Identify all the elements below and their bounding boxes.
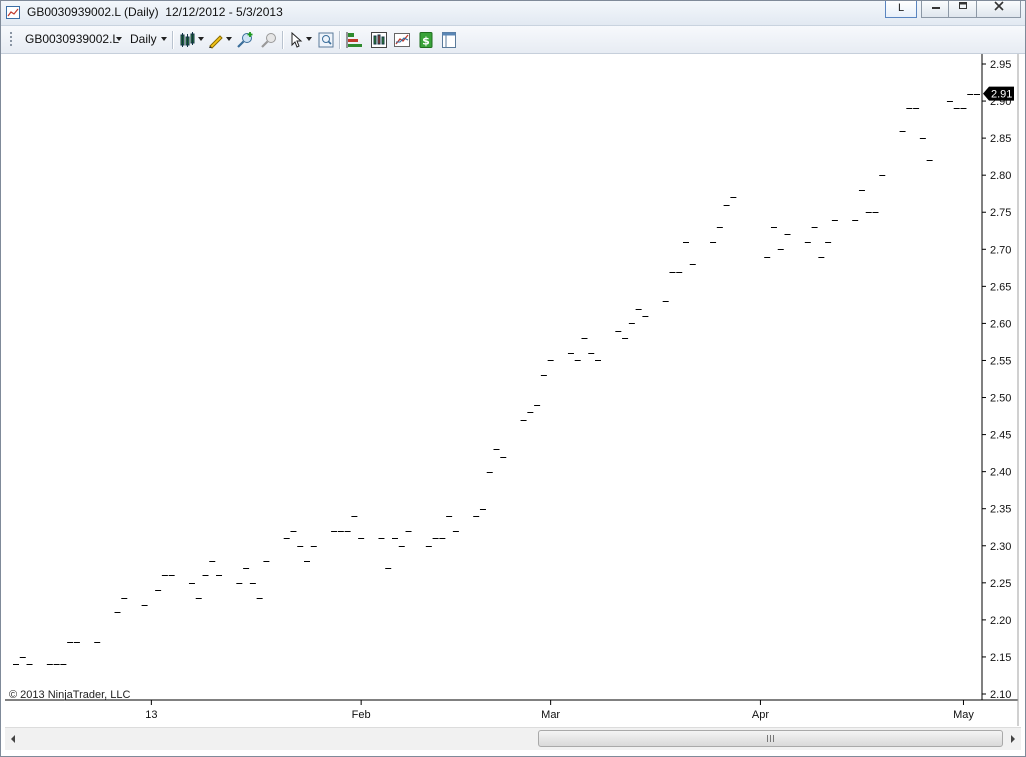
x-tick-label: 13 <box>145 709 157 721</box>
y-tick-label: 2.85 <box>990 133 1011 145</box>
x-axis-ticks: 13 Feb Mar Apr May <box>145 700 974 721</box>
y-tick-label: 2.95 <box>990 59 1011 71</box>
y-tick-label: 2.80 <box>990 170 1011 182</box>
y-tick-label: 2.20 <box>990 615 1011 627</box>
last-price-label: 2.91 <box>991 89 1012 101</box>
y-tick-label: 2.35 <box>990 504 1011 516</box>
x-tick-label: May <box>953 709 974 721</box>
x-tick-label: Mar <box>541 709 560 721</box>
x-tick-label: Apr <box>752 709 769 721</box>
scroll-grip-icon <box>767 735 774 742</box>
scrollbar-thumb[interactable] <box>538 730 1003 747</box>
price-chart[interactable]: 2.952.902.852.802.752.702.652.602.552.50… <box>1 1 1025 726</box>
y-tick-label: 2.30 <box>990 541 1011 553</box>
y-tick-label: 2.15 <box>990 652 1011 664</box>
last-price-marker: 2.91 <box>983 86 1014 101</box>
y-tick-label: 2.75 <box>990 207 1011 219</box>
y-tick-label: 2.25 <box>990 578 1011 590</box>
y-tick-label: 2.50 <box>990 393 1011 405</box>
y-tick-label: 2.40 <box>990 467 1011 479</box>
y-tick-label: 2.70 <box>990 244 1011 256</box>
plot-area[interactable] <box>5 54 982 700</box>
y-tick-label: 2.60 <box>990 318 1011 330</box>
y-tick-label: 2.45 <box>990 430 1011 442</box>
y-tick-label: 2.55 <box>990 355 1011 367</box>
chart-window: GB0030939002.L (Daily) 12/12/2012 - 5/3/… <box>0 0 1026 757</box>
scroll-right-arrow-icon[interactable] <box>1011 735 1015 743</box>
copyright-text: © 2013 NinjaTrader, LLC <box>9 689 130 701</box>
horizontal-scrollbar[interactable] <box>5 727 1021 750</box>
y-tick-label: 2.65 <box>990 281 1011 293</box>
y-axis-ticks: 2.952.902.852.802.752.702.652.602.552.50… <box>982 59 1011 701</box>
y-tick-label: 2.10 <box>990 689 1011 701</box>
scroll-left-arrow-icon[interactable] <box>11 735 15 743</box>
x-tick-label: Feb <box>352 709 371 721</box>
